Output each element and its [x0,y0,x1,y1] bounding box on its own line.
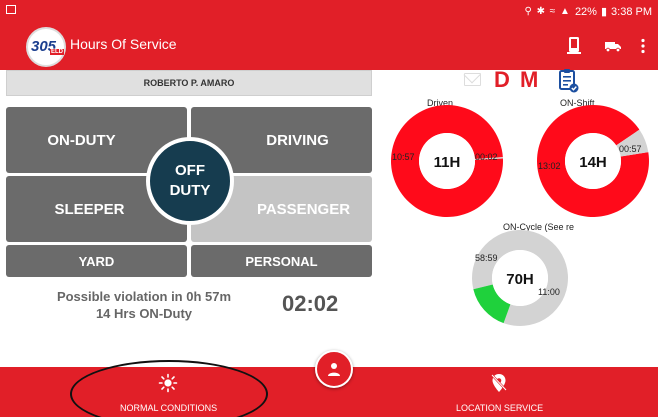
on-duty-label: ON-DUTY [47,131,116,149]
mail-icon[interactable] [464,73,481,86]
on-shift-chart-title: ON-Shift [560,98,595,108]
status-bar: ⚲ ✱ ≈ ▲ 22% ▮ 3:38 PM [0,0,658,24]
call-button[interactable] [561,33,587,59]
off-duty-button[interactable]: OFF DUTY [146,137,234,225]
on-shift-gauge: 14H 13:02 00:57 [537,105,649,218]
status-icons: ⚲ ✱ ≈ ▲ [524,6,571,17]
battery-level: 22% [574,5,597,18]
passenger-label: PASSENGER [256,200,351,218]
on-cycle-center-label: 70H [506,271,534,288]
violation-line1: Possible violation in 0h 57m [56,289,232,304]
driven-gauge: 11H 10:57 00:02 [391,105,504,218]
location-service-label[interactable]: LOCATION SERVICE [456,403,543,413]
violation-line2: 14 Hrs ON-Duty [95,306,193,321]
more-vert-icon [641,38,645,54]
off-duty-line1: OFF [175,162,205,179]
driving-indicator[interactable]: D [494,67,510,93]
driven-remaining-arc [474,157,503,160]
person-icon [328,363,340,376]
off-duty-line2: DUTY [169,182,211,199]
yard-label: YARD [78,253,115,269]
on-cycle-gauge: 70H 58:59 11:00 [471,230,568,327]
sleeper-label: SLEEPER [54,200,125,218]
remaining-clock: 02:02 [282,291,339,316]
on-cycle-chart-title: ON-Cycle (See re [503,222,575,232]
personal-label: PERSONAL [245,253,318,269]
yard-button[interactable]: YARD [6,245,187,277]
battery-icon: ▮ [600,6,608,18]
location-off-icon [491,374,507,392]
clipboard-check-button[interactable] [558,68,580,99]
app-bar: 305 ELD Hours Of Service [0,24,658,70]
normal-conditions-label[interactable]: NORMAL CONDITIONS [120,403,217,413]
on-cycle-remaining-label: 11:00 [538,287,560,297]
sun-icon [158,373,178,393]
driven-used-arc [391,105,504,218]
on-shift-used-label: 13:02 [538,161,561,171]
on-shift-center-label: 14H [579,154,607,171]
truck-icon [605,42,621,53]
more-options-button[interactable] [630,33,656,59]
driven-center [419,133,475,189]
driven-center-label: 11H [434,154,461,171]
on-shift-remaining-label: 00:57 [619,144,642,154]
on-cycle-center [492,250,548,306]
on-shift-center [565,133,621,189]
logo-eld: ELD [50,49,64,55]
user-button[interactable] [315,350,353,388]
violation-warning: Possible violation in 0h 57m 14 Hrs ON-D… [24,288,264,322]
gallery-notification-icon [6,5,16,14]
app-logo: 305 ELD [26,27,66,67]
driven-remaining-label: 00:02 [475,152,498,162]
driver-name-bar[interactable]: ROBERTO P. AMARO [6,70,372,96]
driven-used-label: 10:57 [392,152,415,162]
driver-name: ROBERTO P. AMARO [143,78,235,88]
on-cycle-used-arc [471,230,568,327]
app-screen: ⚲ ✱ ≈ ▲ 22% ▮ 3:38 PM 305 ELD Hours Of S… [0,0,658,417]
page-title: Hours Of Service [70,36,177,52]
phone-icon [567,37,581,54]
on-shift-remaining-arc [616,129,649,157]
clipboard-check-icon [559,69,579,93]
status-bar-right: ⚲ ✱ ≈ ▲ 22% ▮ 3:38 PM [524,5,653,19]
malfunction-indicator[interactable]: M [520,67,538,93]
status-time: 3:38 PM [611,5,652,18]
vehicle-button[interactable] [600,33,626,59]
on-cycle-remaining-arc [473,284,511,324]
normal-conditions-button[interactable] [158,373,178,398]
personal-button[interactable]: PERSONAL [191,245,372,277]
driving-label: DRIVING [266,131,329,149]
on-cycle-used-label: 58:59 [475,253,498,263]
location-service-button[interactable] [490,373,508,398]
on-shift-used-arc [537,105,649,218]
driven-chart-title: Driven [427,98,454,108]
